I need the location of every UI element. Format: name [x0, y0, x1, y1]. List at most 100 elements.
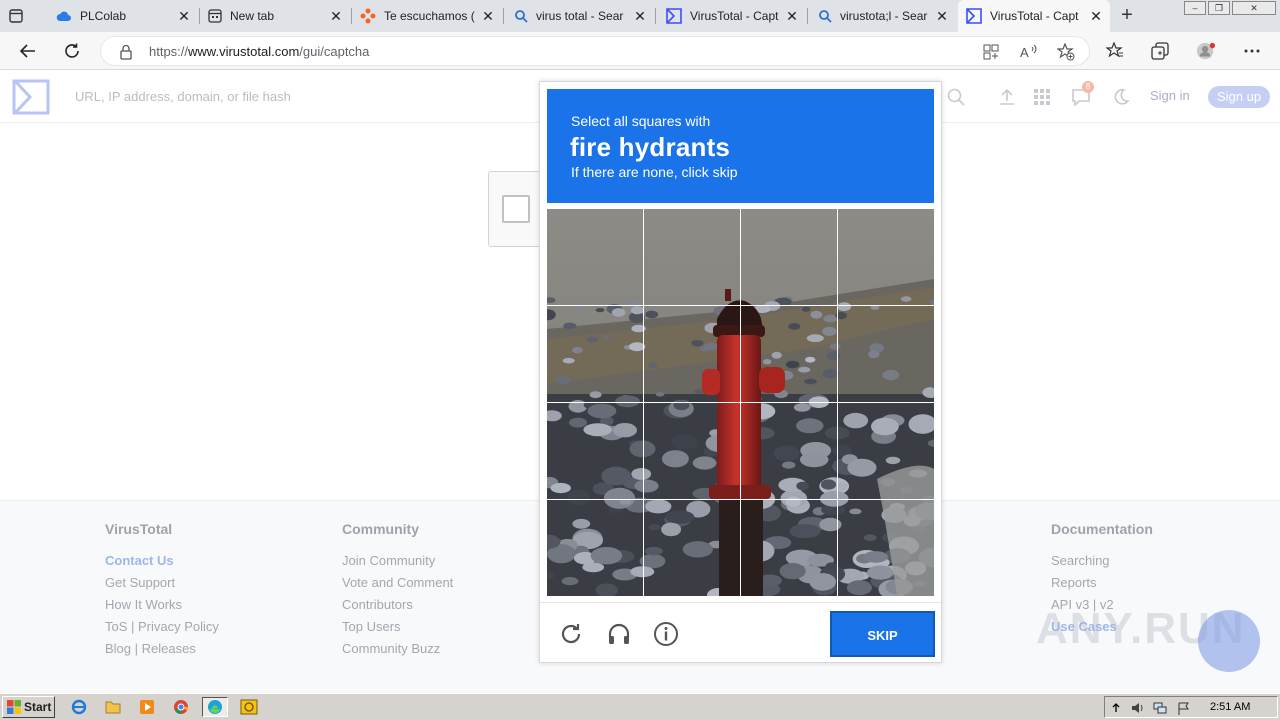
challenge-tile[interactable] [644, 500, 740, 596]
footer-link-how-it-works[interactable]: How It Works [105, 594, 219, 616]
challenge-image-grid [547, 209, 934, 596]
audio-challenge-icon[interactable] [606, 621, 632, 647]
windows-logo-icon [7, 700, 21, 714]
footer-link-join[interactable]: Join Community [342, 550, 453, 572]
tab-title: virustota;l - Sear [840, 9, 934, 23]
challenge-tile[interactable] [644, 403, 740, 499]
tab-close-icon[interactable]: ✕ [328, 8, 344, 24]
app-available-icon[interactable] [981, 42, 1001, 62]
footer-link-top-users[interactable]: Top Users [342, 616, 453, 638]
tab-divider [503, 8, 504, 24]
svg-text:A: A [1020, 45, 1029, 60]
action-center-flag-icon[interactable] [1177, 701, 1191, 715]
more-menu-icon[interactable] [1242, 41, 1262, 61]
challenge-tile[interactable] [547, 306, 643, 402]
footer-link-vote[interactable]: Vote and Comment [342, 572, 453, 594]
prompt-instruction: Select all squares with [571, 113, 710, 129]
challenge-tile[interactable] [838, 500, 934, 596]
sign-in-link[interactable]: Sign in [1150, 88, 1190, 103]
tab-search-virustota[interactable]: virustota;l - Sear ✕ [810, 0, 956, 32]
footer-link-support[interactable]: Get Support [105, 572, 219, 594]
folder-icon[interactable] [102, 697, 124, 717]
footer-column-community: Community Join Community Vote and Commen… [342, 521, 453, 660]
collections-icon[interactable] [1150, 41, 1170, 61]
footer-link-searching[interactable]: Searching [1051, 550, 1153, 572]
url-domain: www.virustotal.com [188, 44, 299, 59]
tab-close-icon[interactable]: ✕ [784, 8, 800, 24]
footer-heading: Documentation [1051, 521, 1153, 537]
refresh-challenge-icon[interactable] [558, 621, 584, 647]
cloud-icon [56, 10, 72, 22]
footer-link-buzz[interactable]: Community Buzz [342, 638, 453, 660]
footer-link-reports[interactable]: Reports [1051, 572, 1153, 594]
dark-mode-icon[interactable] [1110, 86, 1132, 108]
search-icon[interactable] [945, 86, 967, 108]
skip-button[interactable]: SKIP [830, 611, 935, 657]
tab-new-tab[interactable]: New tab ✕ [200, 0, 350, 32]
media-player-icon[interactable] [136, 697, 158, 717]
challenge-tile[interactable] [741, 209, 837, 305]
notifications-icon[interactable]: 8 [1070, 86, 1092, 108]
tab-close-icon[interactable]: ✕ [632, 8, 648, 24]
refresh-icon[interactable] [60, 39, 84, 63]
challenge-tile[interactable] [547, 500, 643, 596]
edge-icon[interactable] [202, 697, 228, 717]
read-aloud-icon[interactable]: A [1019, 42, 1039, 62]
challenge-tile[interactable] [741, 500, 837, 596]
tab-close-icon[interactable]: ✕ [176, 8, 192, 24]
profile-avatar-icon[interactable] [1196, 41, 1216, 61]
feedback-icon [360, 8, 376, 24]
norton-icon[interactable] [238, 697, 260, 717]
footer-link-tos[interactable]: ToS | Privacy Policy [105, 616, 219, 638]
address-bar[interactable]: https://www.virustotal.com/gui/captcha A [100, 36, 1090, 66]
challenge-tile[interactable] [644, 306, 740, 402]
url-text: https://www.virustotal.com/gui/captcha [149, 44, 369, 59]
start-button[interactable]: Start [2, 696, 55, 718]
footer-column-virustotal: VirusTotal Contact Us Get Support How It… [105, 521, 219, 660]
chrome-icon[interactable] [170, 697, 192, 717]
volume-icon[interactable] [1131, 701, 1145, 715]
ie-icon[interactable] [68, 697, 90, 717]
minimize-icon[interactable]: – [1184, 1, 1206, 15]
tab-actions-icon[interactable] [6, 6, 26, 26]
tab-search-virus-total[interactable]: virus total - Sear ✕ [506, 0, 654, 32]
tab-title: VirusTotal - Capt [690, 9, 784, 23]
tab-close-icon[interactable]: ✕ [934, 8, 950, 24]
tab-close-icon[interactable]: ✕ [480, 8, 496, 24]
tab-close-icon[interactable]: ✕ [1088, 8, 1104, 24]
challenge-tile[interactable] [741, 403, 837, 499]
hcaptcha-checkbox[interactable] [502, 195, 530, 223]
challenge-tile[interactable] [547, 403, 643, 499]
footer-link-contributors[interactable]: Contributors [342, 594, 453, 616]
favorites-icon[interactable] [1105, 41, 1125, 61]
footer-link-blog[interactable]: Blog | Releases [105, 638, 219, 660]
challenge-tile[interactable] [644, 209, 740, 305]
restore-icon[interactable]: ❐ [1208, 1, 1230, 15]
footer-link-contact[interactable]: Contact Us [105, 550, 219, 572]
close-window-icon[interactable]: ✕ [1232, 1, 1276, 15]
lock-icon[interactable] [119, 44, 133, 60]
sign-up-button[interactable]: Sign up [1208, 86, 1270, 108]
new-tab-button[interactable]: + [1116, 5, 1138, 27]
info-icon[interactable] [653, 621, 679, 647]
tab-feedback[interactable]: Te escuchamos ( ✕ [352, 0, 502, 32]
challenge-tile[interactable] [547, 209, 643, 305]
challenge-tile[interactable] [838, 306, 934, 402]
show-hidden-icons-icon[interactable] [1109, 701, 1123, 715]
hcaptcha-checkbox-widget [488, 171, 544, 247]
tab-title: Te escuchamos ( [384, 9, 480, 23]
challenge-tile[interactable] [838, 403, 934, 499]
virustotal-logo-icon[interactable] [12, 79, 50, 120]
tab-plcolab[interactable]: PLColab ✕ [48, 0, 198, 32]
network-icon[interactable] [1153, 701, 1167, 715]
tab-virustotal-captcha[interactable]: VirusTotal - Capt ✕ [658, 0, 806, 32]
add-favorite-icon[interactable] [1056, 42, 1076, 62]
challenge-tile[interactable] [838, 209, 934, 305]
tab-virustotal-captcha-active[interactable]: VirusTotal - Capt ✕ [958, 0, 1110, 32]
watermark-logo-icon [1198, 610, 1260, 672]
search-input[interactable]: URL, IP address, domain, or file hash [75, 89, 291, 104]
challenge-tile[interactable] [741, 306, 837, 402]
back-icon[interactable] [16, 39, 40, 63]
upload-icon[interactable] [996, 86, 1018, 108]
apps-grid-icon[interactable] [1031, 86, 1053, 108]
